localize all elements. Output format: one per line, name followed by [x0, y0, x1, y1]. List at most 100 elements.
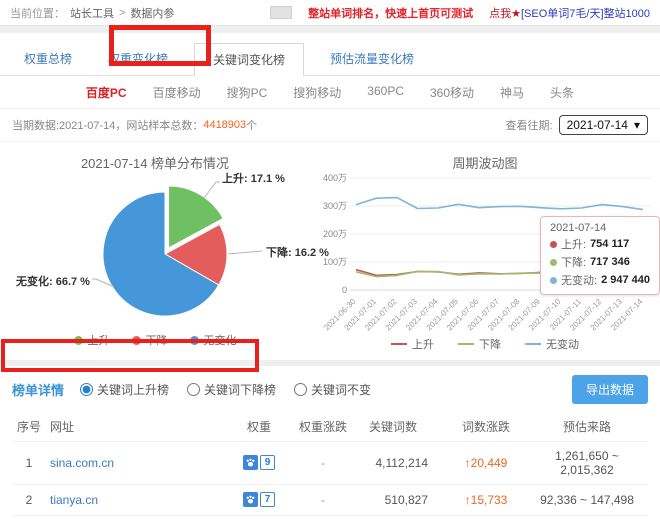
cell-weight: 7 [226, 516, 292, 520]
cell-index: 1 [12, 442, 46, 485]
header-keyword-change: 词数涨跌 [446, 412, 526, 442]
pie-legend-up[interactable]: 上升 [74, 332, 110, 348]
subtab-shenma[interactable]: 神马 [500, 84, 524, 101]
breadcrumb: 当前位置： 站长工具 > 数据内参 [10, 5, 174, 21]
top-bar: 当前位置： 站长工具 > 数据内参 整站单词排名，快速上首页可测试 点我★[SE… [0, 0, 660, 26]
cell-keywords: 4,112,214 [354, 442, 446, 485]
details-title: 榜单详情 [12, 380, 64, 399]
line-legend-down[interactable]: 下降 [458, 336, 501, 352]
header-weight-change: 权重涨跌 [292, 412, 354, 442]
svg-text:100万: 100万 [323, 257, 347, 267]
date-select[interactable]: 2021-07-14 ▾ [559, 115, 648, 135]
breadcrumb-link-data[interactable]: 数据内参 [130, 5, 174, 21]
chevron-down-icon: ▾ [634, 118, 640, 132]
subtab-360-pc[interactable]: 360PC [367, 84, 404, 101]
cell-index: 3 [12, 516, 46, 520]
legend-dot-red [132, 336, 141, 345]
subtab-baidu-pc[interactable]: 百度PC [86, 84, 127, 101]
tooltip-date: 2021-07-14 [550, 222, 650, 234]
cell-keyword-change: ↑15,733 [446, 485, 526, 516]
cell-weight: 7 [226, 485, 292, 516]
promo-link[interactable]: 点我★[SEO单词7毛/天]整站1000 [489, 5, 650, 21]
legend-dash-blue [525, 343, 541, 345]
tab-keyword-change[interactable]: 关键词变化榜 [194, 43, 304, 76]
header-keywords: 关键词数 [354, 412, 446, 442]
pie-chart-panel: 2021-07-14 榜单分布情况 上升: 17.1 % 下降: 16.2 % … [0, 142, 310, 360]
filter-keyword-down[interactable]: 关键词下降榜 [187, 381, 276, 398]
pie-label-nochange: 无变化: 66.7 % [16, 273, 90, 289]
main-tabs: 权重总榜 权重变化榜 关键词变化榜 预估流量变化榜 [0, 33, 660, 76]
line-chart-panel: 周期波动图 0100万200万300万400万2021-06-302021-07… [310, 142, 660, 360]
tab-traffic-change[interactable]: 预估流量变化榜 [320, 43, 424, 75]
details-panel: 榜单详情 关键词上升榜 关键词下降榜 关键词不变 导出数据 序号 网址 权重 权… [0, 366, 660, 520]
breadcrumb-label: 当前位置： [10, 5, 65, 21]
filter-keyword-up[interactable]: 关键词上升榜 [80, 381, 169, 398]
radio-keyword-down[interactable] [187, 383, 200, 396]
cell-weight: 9 [226, 442, 292, 485]
subtab-baidu-mobile[interactable]: 百度移动 [153, 84, 201, 101]
tab-weight-total[interactable]: 权重总榜 [14, 43, 82, 75]
pie-legend: 上升 下降 无变化 [0, 332, 310, 348]
legend-dash-green [458, 343, 474, 345]
subtab-sogou-pc[interactable]: 搜狗PC [227, 84, 268, 101]
cell-weight-change: - [292, 485, 354, 516]
export-data-button[interactable]: 导出数据 [572, 375, 648, 404]
sample-count: 4418903 [203, 119, 246, 131]
svg-text:300万: 300万 [323, 201, 347, 211]
line-legend-up[interactable]: 上升 [391, 336, 434, 352]
cell-weight-change: ↑1 [292, 516, 354, 520]
details-controls: 榜单详情 关键词上升榜 关键词下降榜 关键词不变 导出数据 [0, 366, 660, 412]
promo-text: [SEO单词7毛/天]整站1000 [521, 8, 650, 20]
table-row: 1 sina.com.cn 9 - 4,112,214 ↑20,449 1,26… [12, 442, 648, 485]
promo-prefix: 点我★ [489, 8, 521, 20]
radio-keyword-same[interactable] [294, 383, 307, 396]
table-row: 3 bbs.tianya.cn 7 ↑1 171,563 ↑14,035 38,… [12, 516, 648, 520]
tooltip-dot-green [550, 259, 557, 266]
view-past-label: 查看往期: [506, 117, 553, 133]
meta-row: 当期数据:2021-07-14，网站样本总数： 4418903 个 查看往期: … [0, 109, 660, 142]
legend-dot-blue [190, 336, 199, 345]
pie-legend-nochange[interactable]: 无变化 [190, 332, 237, 348]
breadcrumb-link-tools[interactable]: 站长工具 [70, 5, 114, 21]
baidu-weight-badge: 9 [243, 455, 275, 470]
header-weight: 权重 [226, 412, 292, 442]
filter-keyword-same[interactable]: 关键词不变 [294, 381, 371, 398]
line-legend: 上升 下降 无变动 [310, 336, 660, 352]
table-header-row: 序号 网址 权重 权重涨跌 关键词数 词数涨跌 预估来路 [12, 412, 648, 442]
cell-index: 2 [12, 485, 46, 516]
ad-placeholder [270, 6, 292, 19]
radio-keyword-up[interactable] [80, 383, 93, 396]
tooltip-dot-blue [550, 277, 557, 284]
cell-keyword-change: ↑14,035 [446, 516, 526, 520]
cell-url: tianya.cn [46, 485, 226, 516]
subtab-sogou-mobile[interactable]: 搜狗移动 [293, 84, 341, 101]
pie-legend-down[interactable]: 下降 [132, 332, 168, 348]
cell-keywords: 171,563 [354, 516, 446, 520]
cell-keyword-change: ↑20,449 [446, 442, 526, 485]
site-link[interactable]: tianya.cn [50, 493, 98, 507]
cell-url: bbs.tianya.cn [46, 516, 226, 520]
header-index: 序号 [12, 412, 46, 442]
baidu-weight-badge: 7 [243, 492, 275, 507]
cell-url: sina.com.cn [46, 442, 226, 485]
header-traffic: 预估来路 [526, 412, 648, 442]
ad-link-red[interactable]: 整站单词排名，快速上首页可测试 [308, 5, 473, 21]
site-link[interactable]: sina.com.cn [50, 456, 114, 470]
cell-traffic: 38,626 ~ 61,702 [526, 516, 648, 520]
ranking-panel: 权重总榜 权重变化榜 关键词变化榜 预估流量变化榜 百度PC 百度移动 搜狗PC… [0, 33, 660, 360]
sample-unit: 个 [246, 117, 257, 133]
baidu-paw-icon [243, 455, 258, 470]
breadcrumb-separator: > [119, 7, 125, 19]
cell-keywords: 510,827 [354, 485, 446, 516]
subtab-360-mobile[interactable]: 360移动 [430, 84, 474, 101]
subtab-toutiao[interactable]: 头条 [550, 84, 574, 101]
current-data-label: 当期数据:2021-07-14，网站样本总数： [12, 117, 203, 133]
tab-weight-change[interactable]: 权重变化榜 [98, 43, 178, 75]
line-legend-nochange[interactable]: 无变动 [525, 336, 579, 352]
table-row: 2 tianya.cn 7 - 510,827 ↑15,733 92,336 ~… [12, 485, 648, 516]
filter-radios: 关键词上升榜 关键词下降榜 关键词不变 [80, 381, 371, 398]
header-url: 网址 [46, 412, 226, 442]
svg-text:0: 0 [342, 285, 347, 295]
tooltip-dot-red [550, 241, 557, 248]
cell-traffic: 1,261,650 ~ 2,015,362 [526, 442, 648, 485]
